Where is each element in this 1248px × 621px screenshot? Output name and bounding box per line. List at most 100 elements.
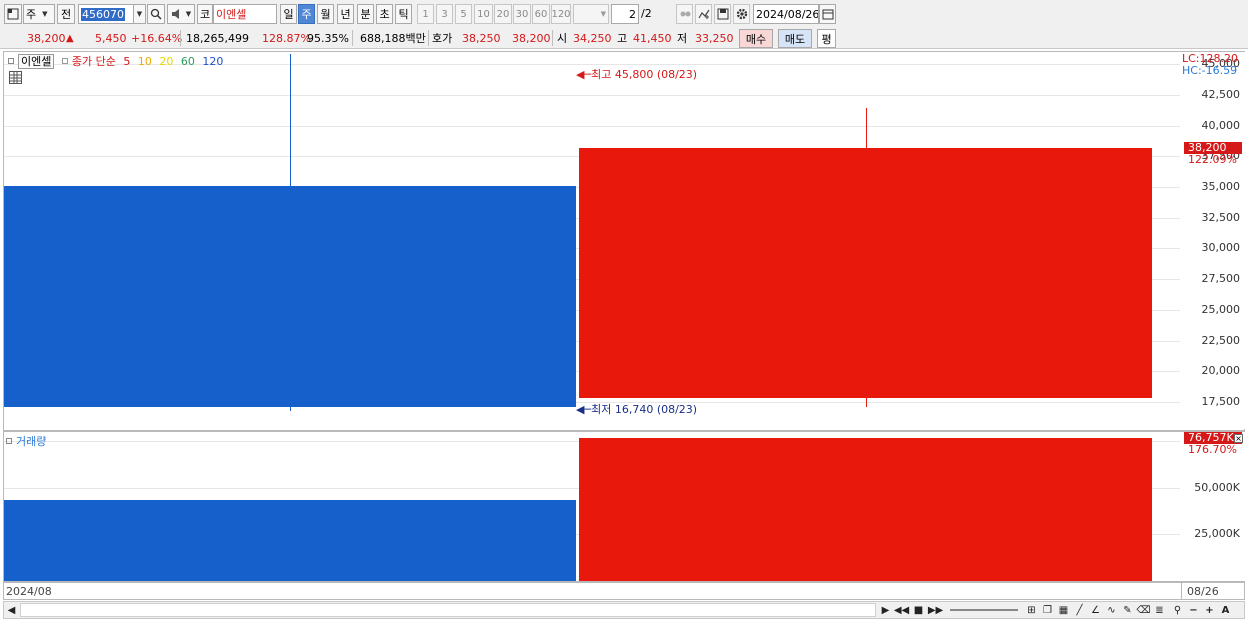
speaker-icon (171, 9, 179, 19)
legend-square-icon (61, 58, 68, 64)
period-year-button[interactable]: 년 (337, 4, 354, 24)
legend-ma-60[interactable]: 60 (181, 55, 195, 68)
compare-icon[interactable] (676, 4, 693, 24)
legend-ma-120[interactable]: 120 (202, 55, 223, 68)
stock-code-input[interactable]: 456070 (78, 4, 134, 24)
price-tick-label: 40,000 (1201, 118, 1241, 132)
volume-value: 18,265,499 (186, 32, 249, 45)
eraser-icon[interactable]: ⌫ (1136, 603, 1151, 617)
volume-chart[interactable] (4, 432, 1180, 581)
low-price: 33,250 (695, 32, 734, 45)
interval-1-button[interactable]: 1 (417, 4, 434, 24)
price-chart[interactable] (4, 52, 1180, 429)
draw-icon[interactable]: ✎ (1120, 603, 1135, 617)
grid-icon[interactable]: ▦ (1056, 603, 1071, 617)
rewind-icon[interactable]: ◀◀ (894, 603, 909, 617)
period-day-button[interactable]: 일 (280, 4, 297, 24)
volume-label[interactable]: 거래량 (16, 435, 46, 448)
indicator-add-icon[interactable] (695, 4, 712, 24)
fast-forward-icon[interactable]: ▶▶ (928, 603, 943, 617)
chevron-down-icon: ▼ (185, 10, 192, 18)
search-button[interactable] (147, 4, 165, 24)
calendar-icon[interactable] (819, 4, 836, 24)
trendline-icon[interactable]: ╱ (1072, 603, 1087, 617)
interval-label: 20 (496, 8, 510, 20)
price-legend: 이엔셀 종가 단순 5 10 20 60 120 (8, 53, 227, 69)
legend-ma-10[interactable]: 10 (138, 55, 152, 68)
volume-legend: 거래량 (6, 433, 50, 449)
period-select[interactable]: 주 ▼ (23, 4, 55, 24)
interval-60-button[interactable]: 60 (532, 4, 550, 24)
copy-icon[interactable]: ❐ (1040, 603, 1055, 617)
volume-ratio: 128.87% (262, 32, 311, 45)
period-month-button[interactable]: 월 (317, 4, 334, 24)
market-label-text: 코 (199, 8, 211, 21)
candle-up (579, 147, 1152, 399)
interval-label: 60 (534, 8, 548, 20)
chart-scrollbar[interactable]: ◀ ▶ ◀◀ ■ ▶▶ ⊞ ❐ ▦ ╱ ∠ ∿ ✎ ⌫ ≣ ⚲ − + A (3, 601, 1245, 619)
interval-5-button[interactable]: 5 (455, 4, 472, 24)
period-week-button[interactable]: 주 (298, 4, 315, 24)
high-annotation: ◀─최고 45,800 (08/23) (576, 66, 697, 82)
interval-10-button[interactable]: 10 (474, 4, 493, 24)
magnifier-icon[interactable]: ⚲ (1170, 603, 1185, 617)
zoom-in-icon[interactable]: + (1202, 603, 1217, 617)
legend-stock-name[interactable]: 이엔셀 (18, 54, 55, 69)
date-input[interactable]: 2024/08/26 (753, 4, 819, 24)
interval-label: 30 (515, 8, 529, 20)
legend-ma-5[interactable]: 5 (123, 55, 130, 68)
legend-ma-20[interactable]: 20 (159, 55, 173, 68)
buy-button[interactable]: 매수 (739, 29, 773, 48)
interval-20-button[interactable]: 20 (494, 4, 512, 24)
trade-amount: 688,188백만 (360, 32, 426, 45)
sell-button[interactable]: 매도 (778, 29, 812, 48)
interval-120-button[interactable]: 120 (551, 4, 571, 24)
turnover-rate: 95.35% (307, 32, 349, 45)
volume-tick-label: 25,000K (1194, 527, 1240, 541)
current-volume-percent: 176.70% (1188, 443, 1237, 457)
chevron-down-icon: ▼ (136, 10, 143, 18)
prev-button[interactable]: 전 (57, 4, 75, 24)
gear-icon[interactable] (733, 4, 750, 24)
speaker-button[interactable]: ▼ (167, 4, 195, 24)
interval-3-button[interactable]: 3 (436, 4, 453, 24)
volume-bar (4, 499, 576, 581)
crosshair-icon[interactable]: ⊞ (1024, 603, 1039, 617)
period-minute-button[interactable]: 분 (357, 4, 374, 24)
stop-icon[interactable]: ■ (911, 603, 926, 617)
date-value: 2024/08/26 (756, 7, 819, 21)
stock-name-field[interactable]: 이엔셀 (213, 4, 277, 24)
chart-type-icon[interactable]: ≣ (1152, 603, 1167, 617)
zoom-slider[interactable] (950, 609, 1018, 611)
ask-label: 호가 (432, 32, 453, 45)
angle-icon[interactable]: ∠ (1088, 603, 1103, 617)
save-icon[interactable] (714, 4, 731, 24)
table-view-icon[interactable] (9, 71, 22, 84)
sell-label: 매도 (784, 32, 806, 46)
price-y-axis[interactable]: 45,000 42,500 40,000 37,500 35,000 32,500 30,0… (1180, 52, 1248, 429)
close-icon[interactable]: × (1234, 434, 1243, 443)
change-up-icon: ▲ (66, 33, 74, 44)
stock-code-dropdown[interactable]: ▼ (134, 4, 146, 24)
scroll-track[interactable] (20, 603, 876, 617)
legend-ma-label[interactable]: 종가 단순 (72, 55, 116, 68)
zoom-out-icon[interactable]: − (1186, 603, 1201, 617)
interval-custom-select[interactable]: ▼ (573, 4, 609, 24)
avg-button[interactable]: 평 (817, 29, 836, 48)
high-price: 41,450 (633, 32, 672, 45)
period-second-label: 초 (379, 8, 390, 21)
current-price: 38,200 (27, 32, 66, 45)
wave-icon[interactable]: ∿ (1104, 603, 1119, 617)
layout-icon[interactable] (4, 4, 22, 24)
period-tick-button[interactable]: 틱 (395, 4, 412, 24)
period-select-value: 주 (26, 8, 37, 21)
auto-scale-icon[interactable]: A (1218, 603, 1233, 617)
interval-30-button[interactable]: 30 (513, 4, 531, 24)
scroll-right-icon[interactable]: ▶ (878, 603, 893, 617)
period-week-label: 주 (301, 8, 312, 21)
current-price-percent: 122.09% (1188, 152, 1237, 166)
scroll-left-icon[interactable]: ◀ (4, 603, 19, 617)
period-second-button[interactable]: 초 (376, 4, 393, 24)
price-tick-label: 42,500 (1201, 87, 1241, 101)
page-input[interactable]: 2 (611, 4, 639, 24)
